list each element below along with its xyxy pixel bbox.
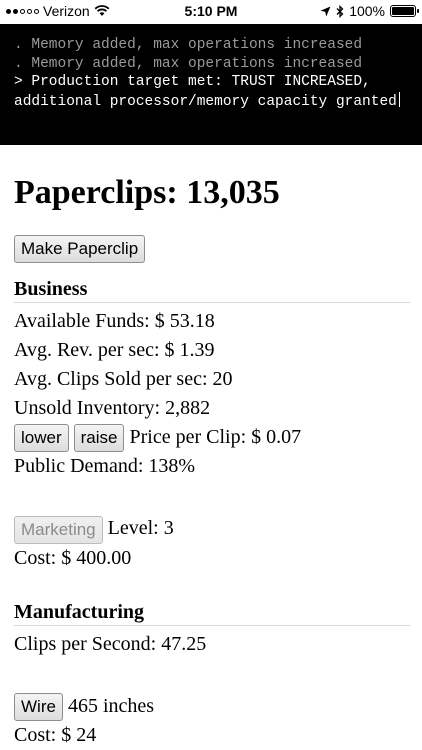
marketing-button[interactable]: Marketing bbox=[14, 515, 103, 544]
bluetooth-icon bbox=[336, 4, 344, 18]
business-section-title: Business bbox=[14, 278, 88, 300]
paperclip-count: Paperclips: 13,035 bbox=[14, 174, 280, 211]
main-content: Paperclips: 13,035 Make Paperclip Busine… bbox=[14, 145, 410, 750]
location-arrow-icon bbox=[320, 6, 331, 16]
console-line-old: . Memory added, max operations increased bbox=[14, 37, 363, 53]
wire-row: Wire 465 inches bbox=[14, 692, 410, 722]
raise-price-button[interactable]: raise bbox=[73, 424, 125, 453]
marketing-level: Level: 3 bbox=[107, 517, 174, 540]
available-funds: Available Funds: $ 53.18 bbox=[14, 310, 215, 332]
console-line-text: > Production target met: TRUST INCREASED… bbox=[14, 74, 397, 110]
wire-amount: 465 inches bbox=[67, 694, 155, 717]
manufacturing-divider bbox=[14, 624, 410, 626]
unsold-inventory: Unsold Inventory: 2,882 bbox=[14, 397, 211, 419]
battery-percent: 100% bbox=[349, 3, 385, 19]
marketing-cost: Cost: $ 400.00 bbox=[14, 546, 132, 569]
avg-clips-sold: Avg. Clips Sold per sec: 20 bbox=[14, 368, 233, 390]
console-line-old: . Memory added, max operations increased bbox=[14, 55, 363, 72]
price-row: lower raise Price per Clip: $ 0.07 bbox=[14, 423, 410, 453]
clips-per-second: Clips per Second: 47.25 bbox=[14, 632, 207, 655]
status-right: 100% bbox=[320, 3, 419, 19]
public-demand: Public Demand: 138% bbox=[14, 455, 196, 478]
make-paperclip-button[interactable]: Make Paperclip bbox=[14, 235, 146, 263]
event-console: . Memory added, max operations increased… bbox=[0, 24, 422, 145]
manufacturing-section-title: Manufacturing bbox=[14, 600, 144, 623]
battery-icon bbox=[390, 5, 419, 17]
price-per-clip: Price per Clip: $ 0.07 bbox=[129, 426, 302, 448]
buy-wire-button[interactable]: Wire bbox=[14, 693, 63, 722]
avg-revenue: Avg. Rev. per sec: $ 1.39 bbox=[14, 339, 215, 361]
text-cursor bbox=[398, 91, 400, 107]
business-divider bbox=[14, 302, 410, 303]
wire-cost: Cost: $ 24 bbox=[14, 724, 97, 747]
marketing-row: Marketing Level: 3 bbox=[14, 514, 410, 544]
console-line-current: > Production target met: TRUST INCREASED… bbox=[14, 73, 414, 111]
lower-price-button[interactable]: lower bbox=[14, 424, 69, 453]
status-bar: Verizon 5:10 PM 100% bbox=[0, 0, 422, 24]
